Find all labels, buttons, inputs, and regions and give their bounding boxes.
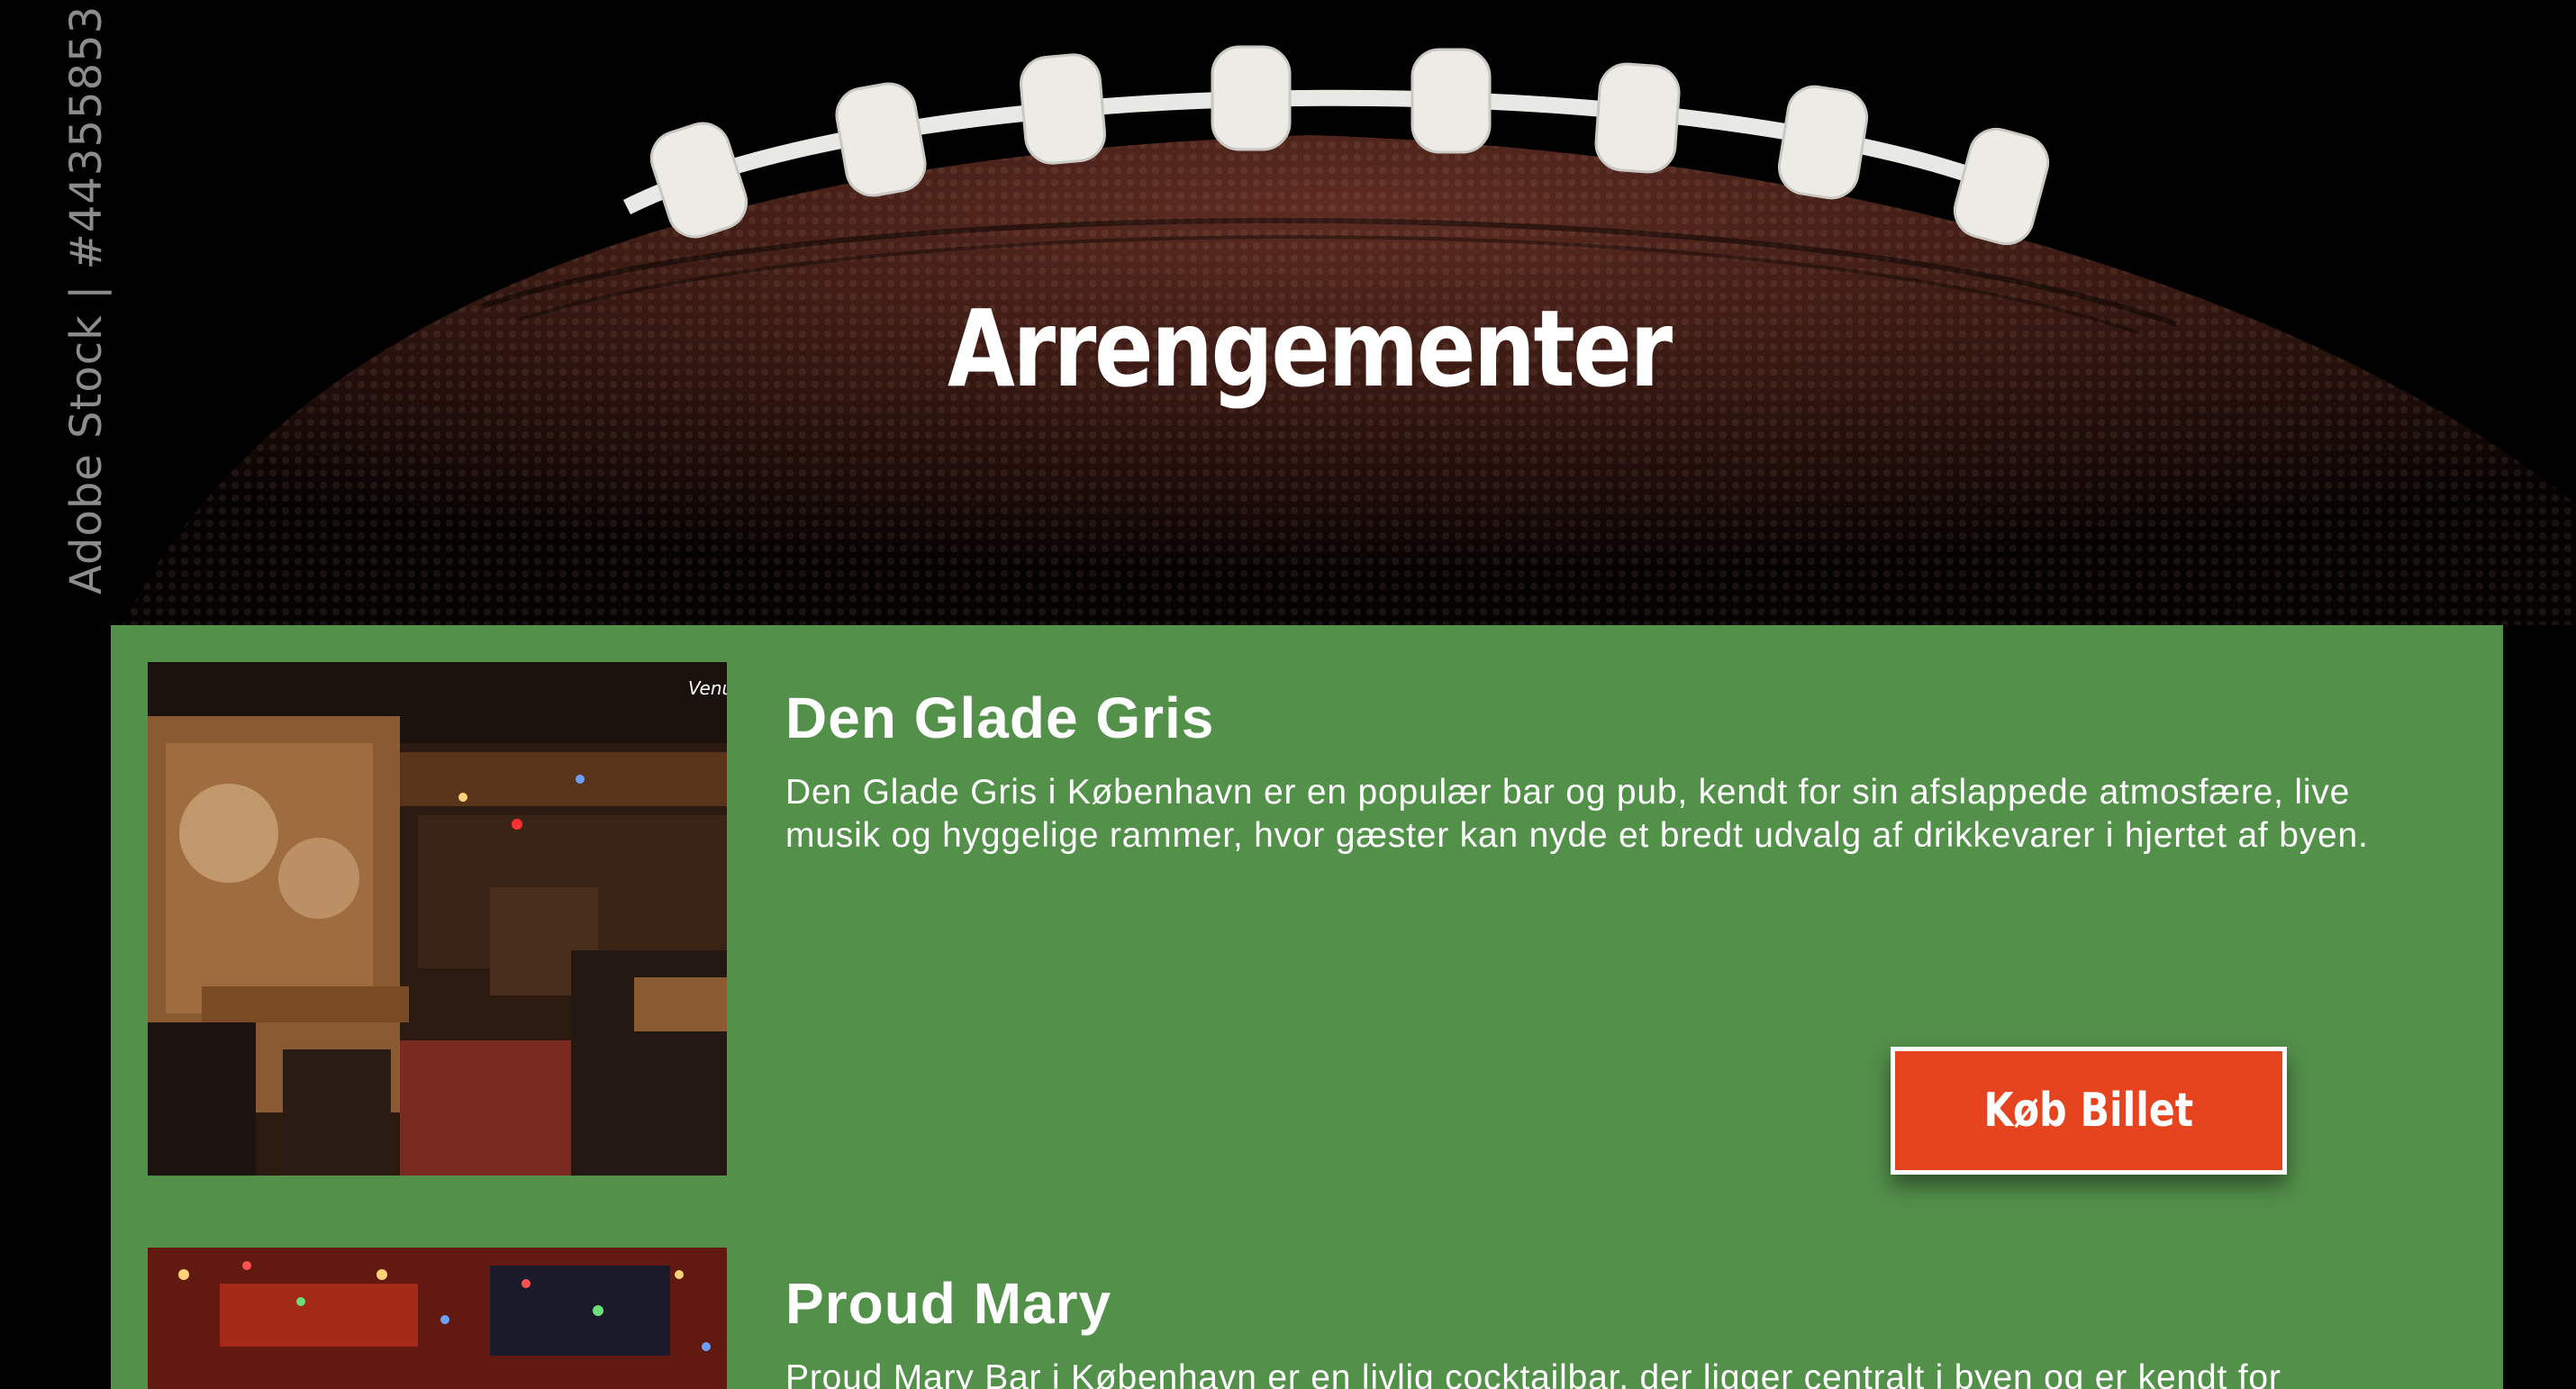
event-description: Proud Mary Bar i København er en livlig … bbox=[785, 1358, 2281, 1389]
stock-watermark: Adobe Stock | #44355853 bbox=[61, 5, 112, 595]
events-list: Venue Den Glade Gris Den Glade Gris i Kø… bbox=[111, 625, 2503, 1389]
buy-ticket-button[interactable]: Køb Billet bbox=[1891, 1047, 2287, 1175]
event-title: Proud Mary bbox=[785, 1271, 1112, 1336]
venue-logo-text: Venue bbox=[688, 677, 727, 699]
hero-banner: Adobe Stock | #44355853 Arrengementer bbox=[14, 0, 2576, 625]
page-title: Arrengementer bbox=[948, 286, 1673, 411]
event-image-cocktail-bar bbox=[148, 1248, 727, 1389]
event-title: Den Glade Gris bbox=[785, 685, 1215, 750]
event-image-bar-interior: Venue bbox=[148, 662, 727, 1176]
event-description: Den Glade Gris i København er en populær… bbox=[785, 773, 2369, 855]
